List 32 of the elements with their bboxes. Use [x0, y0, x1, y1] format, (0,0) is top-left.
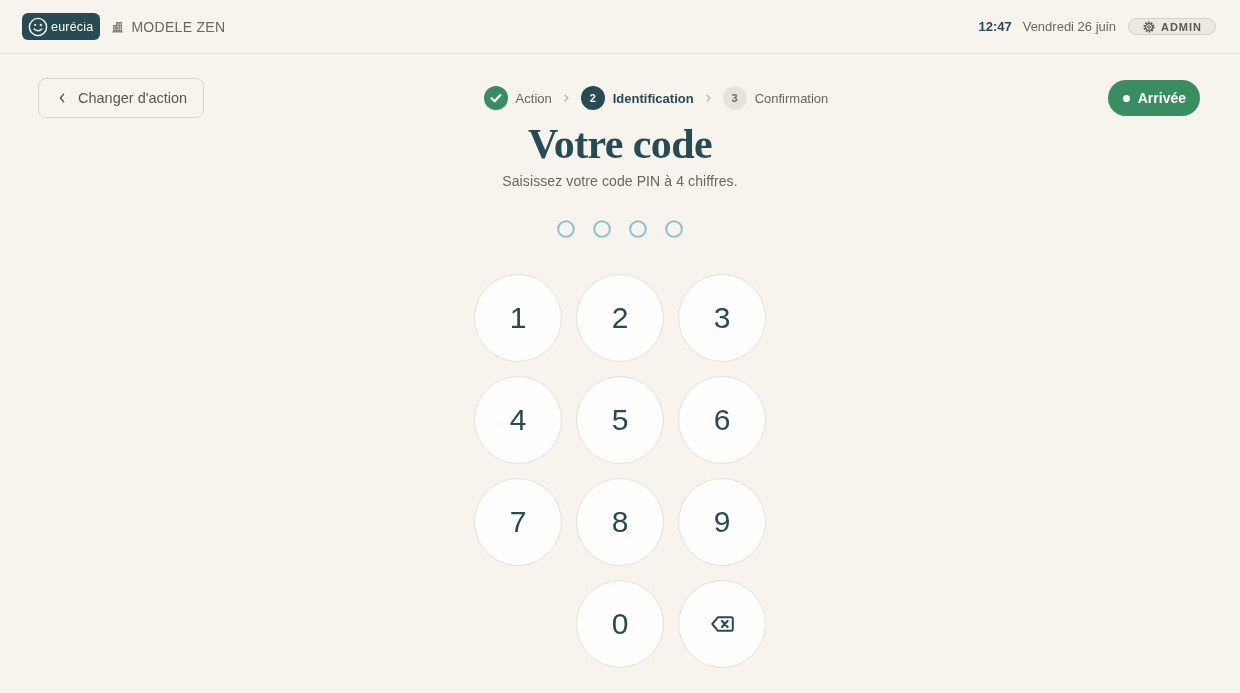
instruction-text: Saisissez votre code PIN à 4 chiffres. — [502, 172, 738, 191]
backspace-icon — [710, 616, 734, 632]
company-name: MODELE ZEN — [131, 18, 226, 35]
chevron-left-icon — [59, 93, 65, 103]
digit-key[interactable]: 6 — [678, 376, 766, 464]
smiley-logo-icon — [28, 16, 48, 37]
digit-key[interactable]: 1 — [474, 274, 562, 362]
admin-button[interactable]: ADMIN — [1127, 18, 1216, 35]
clock-time: 12:47 — [978, 19, 1012, 34]
date-text: Vendredi 26 juin — [1022, 19, 1116, 34]
logo-text: eurécia — [51, 19, 94, 34]
digit-key[interactable]: 5 — [576, 376, 664, 464]
step-label: Action — [515, 90, 552, 106]
page-title: Votre code — [527, 121, 713, 167]
step-label: Identification — [612, 90, 694, 106]
building-icon — [112, 20, 124, 33]
arrival-button[interactable]: Arrivée — [1107, 80, 1200, 116]
digit-key[interactable]: 2 — [576, 274, 664, 362]
dot-icon — [1122, 94, 1130, 102]
digit-key[interactable]: 4 — [474, 376, 562, 464]
chevron-right-icon — [705, 94, 711, 102]
step-label: Confirmation — [754, 90, 829, 106]
step-number: 2 — [580, 86, 605, 110]
digit-key[interactable]: 9 — [678, 478, 766, 566]
gear-icon — [1142, 20, 1155, 33]
digit-key[interactable]: 0 — [576, 580, 664, 668]
step-number: 3 — [722, 86, 747, 110]
back-button[interactable]: Changer d'action — [38, 78, 205, 118]
chevron-right-icon — [563, 94, 569, 102]
digit-key[interactable]: 7 — [474, 478, 562, 566]
digit-key[interactable]: 8 — [576, 478, 664, 566]
digit-key[interactable]: 3 — [678, 274, 766, 362]
